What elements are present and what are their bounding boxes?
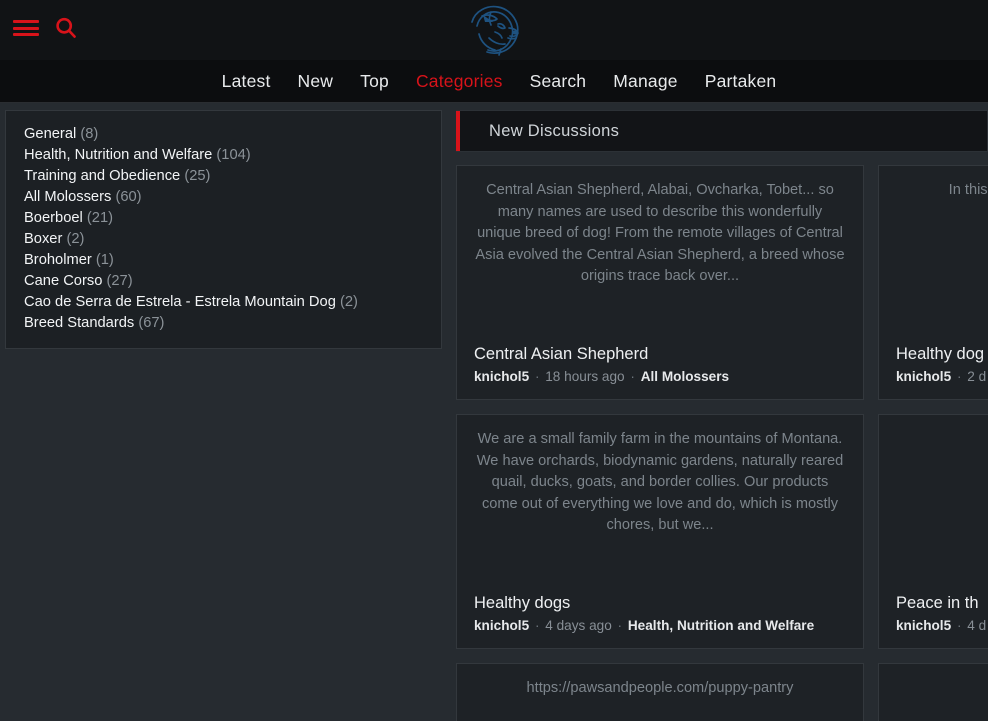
card-excerpt: We are a small family farm in the mounta…	[476, 431, 844, 533]
nav-item-partaken[interactable]: Partaken	[705, 71, 777, 92]
card-footer: Central Asian Shepherd knichol5 · 18 hou…	[474, 343, 846, 386]
category-name: Boerboel	[24, 210, 83, 226]
discussion-card[interactable]: https://pawsandpeople.com/puppy-pantry	[456, 663, 864, 721]
discussion-card[interactable]: We are a small family farm in the mounta…	[456, 414, 864, 649]
hamburger-bar-2	[13, 26, 39, 30]
category-name: General	[24, 126, 77, 142]
nav-item-categories[interactable]: Categories	[416, 71, 503, 92]
new-discussions-header: New Discussions	[456, 110, 988, 152]
card-footer: Healthy dogs knichol5 · 4 days ago · Hea…	[474, 592, 846, 635]
hamburger-bar-1	[13, 20, 39, 23]
category-name: Breed Standards	[24, 315, 135, 331]
nav-item-search[interactable]: Search	[530, 71, 587, 92]
nav-item-latest[interactable]: Latest	[222, 71, 271, 92]
discussion-card[interactable]: Central Asian Shepherd, Alabai, Ovcharka…	[456, 165, 864, 400]
top-bar-icon-group	[0, 0, 80, 42]
sidebar-item-cane-corso[interactable]: Cane Corso (27)	[6, 271, 441, 292]
meta-separator: ·	[956, 369, 962, 384]
card-author[interactable]: knichol5	[896, 369, 951, 384]
meta-separator: ·	[534, 618, 540, 633]
category-count: (60)	[115, 189, 142, 205]
sidebar-item-all-molossers[interactable]: All Molossers (60)	[6, 187, 441, 208]
card-author[interactable]: knichol5	[474, 618, 529, 633]
category-count: (2)	[339, 294, 358, 310]
category-count: (67)	[138, 315, 165, 331]
sidebar-item-general[interactable]: General (8)	[6, 124, 441, 145]
card-timestamp: 4 days ago	[545, 618, 612, 633]
page-body: General (8) Health, Nutrition and Welfar…	[0, 103, 988, 721]
card-title[interactable]: Healthy dog	[896, 343, 988, 365]
card-category[interactable]: All Molossers	[641, 369, 729, 384]
sidebar-item-breed-standards[interactable]: Breed Standards (67)	[6, 313, 441, 334]
card-title[interactable]: Peace in th	[896, 592, 988, 614]
discussion-card[interactable]: In this video The breed behavior called …	[878, 165, 988, 400]
meta-separator: ·	[630, 369, 635, 384]
card-meta: knichol5 · 4 days ago · Health, Nutritio…	[474, 616, 846, 635]
card-timestamp: 18 hours ago	[545, 369, 625, 384]
category-name: All Molossers	[24, 189, 112, 205]
category-count: (21)	[86, 210, 114, 226]
discussion-card[interactable]: Living W	[878, 663, 988, 721]
meta-separator: ·	[617, 618, 623, 633]
nav-item-top[interactable]: Top	[360, 71, 389, 92]
category-count: (25)	[184, 168, 211, 184]
meta-separator: ·	[534, 369, 540, 384]
card-excerpt: Central Asian Shepherd, Alabai, Ovcharka…	[475, 182, 845, 284]
card-timestamp: 2 d	[967, 369, 987, 384]
sidebar-item-cao-de-serra-de-estrela[interactable]: Cao de Serra de Estrela - Estrela Mounta…	[6, 292, 441, 313]
card-title[interactable]: Central Asian Shepherd	[474, 343, 846, 365]
category-name: Boxer	[24, 231, 63, 247]
card-excerpt: https://pawsandpeople.com/puppy-pantry	[526, 680, 794, 696]
discussions-main-column: New Discussions Central Asian Shepherd, …	[456, 110, 988, 721]
sidebar-item-boxer[interactable]: Boxer (2)	[6, 229, 441, 250]
category-count: (1)	[95, 252, 114, 268]
card-excerpt: In this video The breed behavior called …	[948, 182, 988, 198]
card-footer: Peace in th knichol5 · 4 d	[896, 592, 988, 635]
card-excerpt: Living W	[896, 678, 988, 700]
card-meta: knichol5 · 18 hours ago · All Molossers	[474, 367, 846, 386]
sidebar-item-training-and-obedience[interactable]: Training and Obedience (25)	[6, 166, 441, 187]
card-author[interactable]: knichol5	[896, 618, 951, 633]
sidebar-item-health-nutrition-and-welfare[interactable]: Health, Nutrition and Welfare (104)	[6, 145, 441, 166]
hamburger-bars	[13, 18, 39, 38]
category-name: Cane Corso	[24, 273, 103, 289]
sidebar-item-broholmer[interactable]: Broholmer (1)	[6, 250, 441, 271]
category-count: (2)	[66, 231, 85, 247]
category-count: (27)	[106, 273, 133, 289]
page-title: New Discussions	[489, 121, 620, 140]
nav-item-manage[interactable]: Manage	[613, 71, 677, 92]
category-count: (104)	[216, 147, 251, 163]
hamburger-bar-3	[13, 33, 39, 36]
main-navigation: Latest New Top Categories Search Manage …	[0, 60, 988, 103]
category-sidebar: General (8) Health, Nutrition and Welfar…	[5, 110, 442, 349]
card-meta: knichol5 · 2 d	[896, 367, 988, 386]
category-name: Broholmer	[24, 252, 92, 268]
dog-head-logo-icon[interactable]	[463, 0, 525, 60]
category-name: Health, Nutrition and Welfare	[24, 147, 213, 163]
card-author[interactable]: knichol5	[474, 369, 529, 384]
category-count: (8)	[80, 126, 99, 142]
card-category[interactable]: Health, Nutrition and Welfare	[628, 618, 814, 633]
meta-separator: ·	[956, 618, 962, 633]
category-name: Cao de Serra de Estrela - Estrela Mounta…	[24, 294, 336, 310]
top-bar	[0, 0, 988, 60]
sidebar-item-boerboel[interactable]: Boerboel (21)	[6, 208, 441, 229]
nav-item-new[interactable]: New	[298, 71, 334, 92]
discussion-card-grid: Central Asian Shepherd, Alabai, Ovcharka…	[456, 165, 988, 721]
card-footer: Healthy dog knichol5 · 2 d	[896, 343, 988, 386]
card-meta: knichol5 · 4 d	[896, 616, 988, 635]
search-icon[interactable]	[52, 14, 80, 42]
card-timestamp: 4 d	[967, 618, 987, 633]
hamburger-menu-icon[interactable]	[12, 14, 40, 42]
card-excerpt: A dog traini focusing o car htt	[896, 429, 988, 451]
discussion-card[interactable]: A dog traini focusing o car htt Peace in…	[878, 414, 988, 649]
card-title[interactable]: Healthy dogs	[474, 592, 846, 614]
category-name: Training and Obedience	[24, 168, 181, 184]
